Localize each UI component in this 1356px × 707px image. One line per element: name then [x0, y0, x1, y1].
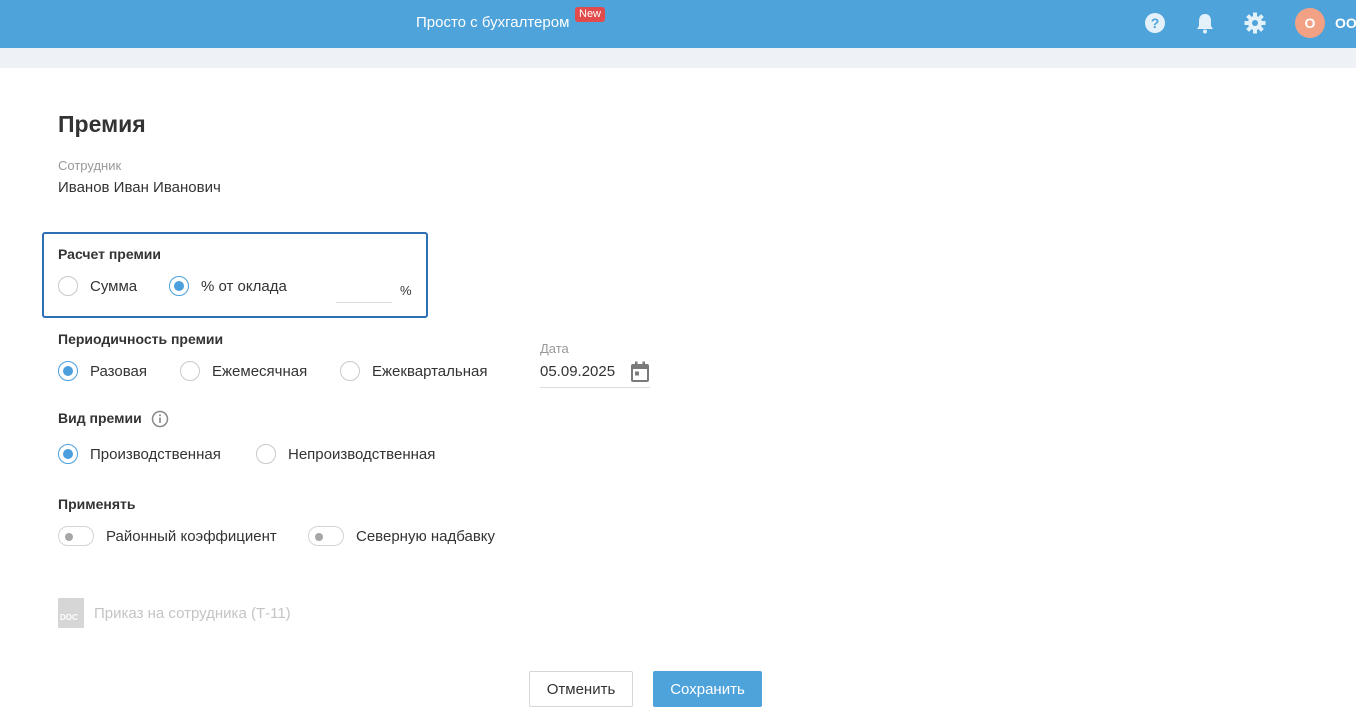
radio-quarterly[interactable]: Ежеквартальная — [340, 361, 487, 381]
percent-input[interactable] — [336, 280, 392, 303]
date-value: 05.09.2025 — [540, 363, 616, 380]
calendar-icon[interactable] — [630, 361, 650, 388]
toggle-label: Северную надбавку — [356, 527, 496, 545]
radio-circle — [169, 276, 189, 296]
radio-production[interactable]: Производственная — [58, 444, 221, 464]
radio-label: Ежеквартальная — [372, 362, 488, 380]
radio-circle — [58, 444, 78, 464]
toggle-switch — [58, 526, 94, 546]
radio-monthly[interactable]: Ежемесячная — [180, 361, 307, 381]
radio-circle — [58, 276, 78, 296]
sub-bar — [0, 48, 1356, 68]
save-button[interactable]: Сохранить — [653, 671, 762, 707]
page-title: Премия — [58, 111, 146, 137]
employee-name: Иванов Иван Иванович — [58, 179, 221, 196]
new-badge: New — [575, 7, 606, 22]
toggle-label: Районный коэффициент — [106, 527, 277, 545]
radio-label: Сумма — [90, 277, 138, 295]
radio-amount[interactable]: Сумма — [58, 276, 137, 296]
org-name[interactable]: ОО — [1335, 15, 1356, 31]
toggle-switch — [308, 526, 344, 546]
radio-non-production[interactable]: Непроизводственная — [256, 444, 435, 464]
bonus-type-label: Вид премии — [58, 410, 142, 426]
radio-label: % от оклада — [201, 277, 287, 295]
gear-icon[interactable] — [1244, 12, 1266, 34]
bell-icon[interactable] — [1194, 12, 1216, 34]
radio-circle — [256, 444, 276, 464]
date-field[interactable]: 05.09.2025 — [540, 360, 650, 388]
info-icon[interactable] — [151, 410, 169, 433]
percent-sign: % — [400, 283, 412, 298]
doc-icon-text: DOC — [60, 613, 78, 622]
radio-label: Непроизводственная — [288, 445, 436, 463]
radio-label: Производственная — [90, 445, 221, 463]
header-title-link[interactable]: Просто с бухгалтером — [416, 14, 569, 32]
avatar[interactable]: О — [1295, 8, 1325, 38]
radio-label: Ежемесячная — [212, 362, 308, 380]
date-caption: Дата — [540, 341, 569, 356]
radio-percent-of-salary[interactable]: % от оклада — [169, 276, 287, 296]
radio-one-time[interactable]: Разовая — [58, 361, 147, 381]
periodicity-label: Периодичность премии — [58, 331, 224, 347]
radio-circle — [340, 361, 360, 381]
order-document-link[interactable]: DOC Приказ на сотрудника (Т-11) — [58, 598, 291, 628]
radio-circle — [58, 361, 78, 381]
toggle-regional-coefficient[interactable]: Районный коэффициент — [58, 526, 277, 546]
apply-label: Применять — [58, 496, 136, 512]
radio-label: Разовая — [90, 362, 147, 380]
cancel-button[interactable]: Отменить — [529, 671, 633, 707]
toggle-northern-allowance[interactable]: Северную надбавку — [308, 526, 495, 546]
document-label: Приказ на сотрудника (Т-11) — [94, 604, 291, 622]
top-bar: Просто с бухгалтером New ? О ОО — [0, 0, 1356, 48]
employee-caption: Сотрудник — [58, 158, 122, 173]
doc-file-icon: DOC — [58, 598, 84, 628]
calculation-label: Расчет премии — [58, 246, 162, 262]
calculation-section — [42, 232, 428, 318]
svg-text:?: ? — [1151, 15, 1160, 31]
help-icon[interactable]: ? — [1144, 12, 1166, 34]
radio-circle — [180, 361, 200, 381]
